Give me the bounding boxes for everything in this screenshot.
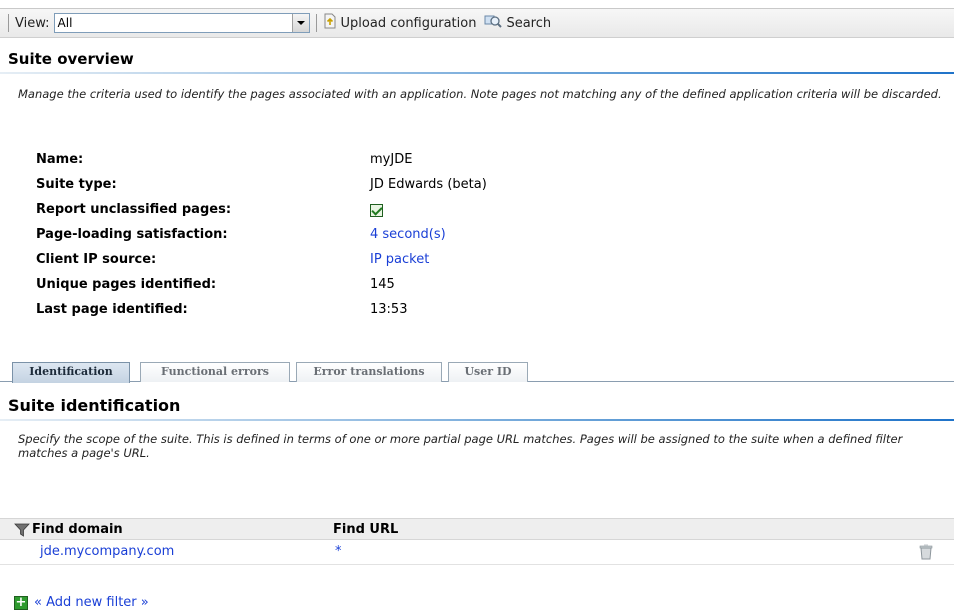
table-row: jde.mycompany.com * (0, 540, 954, 565)
field-label: Client IP source: (36, 252, 157, 267)
tab-error-translations[interactable]: Error translations (296, 362, 442, 382)
field-value: 145 (370, 277, 395, 292)
column-header-find-domain[interactable]: Find domain (32, 522, 123, 537)
field-label: Report unclassified pages: (36, 202, 232, 217)
client-ip-source-link[interactable]: IP packet (370, 252, 429, 267)
tab-user-id[interactable]: User ID (448, 362, 528, 382)
toolbar-separator (8, 14, 9, 32)
section-divider (0, 72, 954, 74)
toolbar-separator (315, 14, 317, 32)
field-value: myJDE (370, 152, 413, 167)
field-label: Unique pages identified: (36, 277, 217, 292)
upload-configuration-button[interactable]: Upload configuration (323, 13, 477, 33)
row-domain-link[interactable]: jde.mycompany.com (40, 544, 174, 559)
add-new-filter-link[interactable]: « Add new filter » (34, 595, 149, 610)
view-label: View: (15, 15, 50, 31)
add-new-filter[interactable]: + « Add new filter » (14, 595, 149, 610)
search-label: Search (506, 15, 552, 31)
suite-overview-description: Manage the criteria used to identify the… (18, 87, 942, 101)
field-label: Last page identified: (36, 302, 188, 317)
field-value (370, 202, 383, 219)
field-label: Page-loading satisfaction: (36, 227, 228, 242)
column-header-find-url[interactable]: Find URL (333, 522, 398, 537)
suite-identification-description: Specify the scope of the suite. This is … (18, 432, 903, 460)
upload-icon (323, 13, 337, 33)
filter-table-header: Find domain Find URL (0, 518, 954, 540)
trash-icon[interactable] (919, 544, 933, 564)
field-label: Name: (36, 152, 84, 167)
search-icon (484, 13, 503, 33)
row-url-link[interactable]: * (335, 544, 342, 559)
view-select-value: All (57, 16, 73, 30)
field-value: JD Edwards (beta) (370, 177, 487, 192)
chevron-down-icon[interactable] (291, 14, 309, 32)
field-label: Suite type: (36, 177, 117, 192)
tab-identification[interactable]: Identification (12, 362, 130, 383)
add-icon[interactable]: + (14, 595, 28, 610)
filter-icon[interactable] (14, 523, 30, 541)
upload-configuration-label: Upload configuration (340, 15, 477, 31)
view-select[interactable]: All (53, 13, 310, 33)
section-divider (0, 419, 954, 421)
suite-identification-title: Suite identification (8, 396, 181, 415)
tab-bar: Identification Functional errors Error t… (0, 360, 954, 383)
toolbar: View: All Upload configuration Search (0, 8, 954, 38)
suite-overview-title: Suite overview (8, 50, 134, 68)
field-value: 13:53 (370, 302, 408, 317)
search-button[interactable]: Search (484, 13, 551, 33)
page-loading-satisfaction-link[interactable]: 4 second(s) (370, 227, 446, 242)
checkbox-checked-icon[interactable] (370, 204, 383, 217)
tab-functional-errors[interactable]: Functional errors (140, 362, 290, 382)
